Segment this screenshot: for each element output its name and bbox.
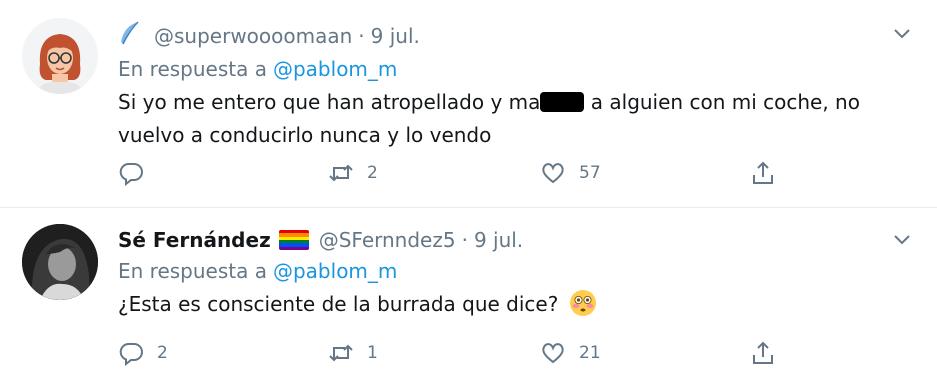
retweet-button[interactable]: 1 bbox=[328, 340, 378, 366]
reply-button[interactable]: 2 bbox=[118, 340, 168, 366]
tweet-date[interactable]: 9 jul. bbox=[371, 23, 420, 49]
action-bar: 2 1 21 bbox=[118, 340, 798, 370]
chevron-down-icon[interactable] bbox=[893, 24, 911, 42]
like-button[interactable]: 21 bbox=[540, 340, 601, 366]
profile-photo-icon bbox=[22, 224, 98, 300]
share-button[interactable] bbox=[750, 160, 776, 186]
chevron-down-icon[interactable] bbox=[893, 230, 911, 248]
retweet-count: 2 bbox=[367, 163, 378, 183]
share-icon bbox=[753, 341, 773, 364]
memoji-avatar-icon bbox=[22, 18, 98, 94]
action-bar: 2 57 bbox=[118, 160, 798, 190]
rainbow-flag-icon bbox=[278, 230, 309, 250]
tweet-date[interactable]: 9 jul. bbox=[474, 227, 523, 253]
reply-context: En respuesta a @pablom_m bbox=[118, 56, 397, 82]
flushed-face-icon bbox=[569, 289, 597, 317]
avatar[interactable] bbox=[22, 18, 98, 94]
reply-prefix: En respuesta a bbox=[118, 259, 267, 283]
redaction-block bbox=[540, 92, 585, 112]
mention-link[interactable]: @pablom_m bbox=[273, 57, 397, 81]
user-handle[interactable]: @superwoooomaan bbox=[154, 23, 352, 49]
retweet-count: 1 bbox=[367, 343, 378, 363]
retweet-icon bbox=[329, 344, 353, 362]
like-count: 21 bbox=[579, 343, 601, 363]
tweet-text: Si yo me entero que han atropellado y ma… bbox=[118, 86, 908, 152]
tweet-header: @superwoooomaan · 9 jul. bbox=[118, 20, 420, 52]
avatar[interactable] bbox=[22, 224, 98, 300]
mention-link[interactable]: @pablom_m bbox=[273, 259, 397, 283]
share-icon bbox=[753, 161, 773, 184]
like-count: 57 bbox=[579, 163, 601, 183]
like-button[interactable]: 57 bbox=[540, 160, 601, 186]
heart-icon bbox=[542, 343, 564, 364]
tweet[interactable]: Sé Fernández @SFernndez5 · 9 jul. En res… bbox=[0, 208, 937, 380]
tweet-text-part: ¿Esta es consciente de la burrada que di… bbox=[118, 292, 559, 316]
reply-button[interactable] bbox=[118, 160, 157, 186]
retweet-button[interactable]: 2 bbox=[328, 160, 378, 186]
separator-dot: · bbox=[461, 228, 468, 252]
share-button[interactable] bbox=[750, 340, 776, 366]
reply-icon bbox=[119, 343, 143, 366]
tweet[interactable]: @superwoooomaan · 9 jul. En respuesta a @… bbox=[0, 0, 937, 208]
feather-icon bbox=[118, 20, 140, 52]
heart-icon bbox=[542, 163, 564, 184]
reply-context: En respuesta a @pablom_m bbox=[118, 258, 397, 284]
retweet-icon bbox=[329, 164, 353, 182]
user-handle[interactable]: @SFernndez5 bbox=[319, 227, 456, 253]
tweet-header: Sé Fernández @SFernndez5 · 9 jul. bbox=[118, 227, 523, 253]
tweet-text-part: Si yo me entero que han atropellado y ma bbox=[118, 90, 541, 114]
separator-dot: · bbox=[358, 24, 365, 48]
reply-icon bbox=[119, 163, 143, 186]
reply-prefix: En respuesta a bbox=[118, 57, 267, 81]
tweet-text: ¿Esta es consciente de la burrada que di… bbox=[118, 288, 908, 321]
display-name[interactable]: Sé Fernández bbox=[118, 227, 271, 253]
reply-count: 2 bbox=[157, 343, 168, 363]
